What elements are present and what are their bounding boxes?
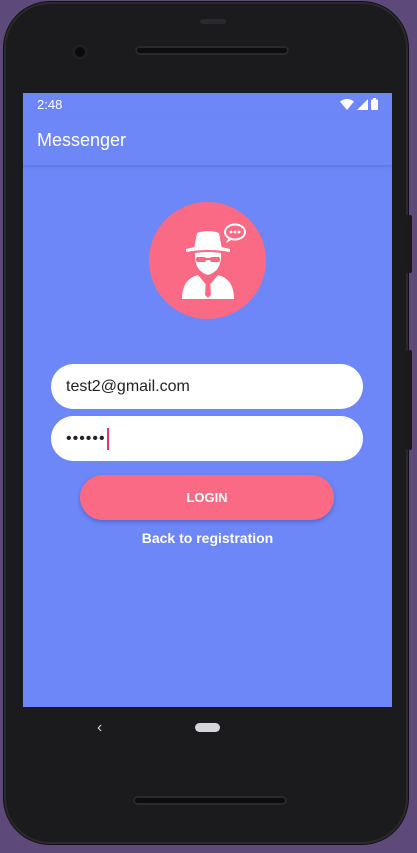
password-value: ••••••	[66, 429, 106, 447]
app-bar: Messenger	[23, 115, 392, 166]
chevron-left-icon[interactable]: ‹	[97, 719, 102, 737]
top-sensor	[200, 19, 226, 24]
top-speaker	[135, 46, 289, 55]
back-link-label: Back to registration	[141, 530, 274, 546]
app-screen: 2:48 Messenger test2@gmail.com •••••• LO…	[23, 93, 392, 707]
system-nav-bar: ‹	[23, 707, 392, 751]
signal-icon	[357, 98, 368, 110]
battery-icon	[371, 98, 378, 110]
back-to-registration-link[interactable]: Back to registration	[23, 530, 392, 546]
home-pill-icon[interactable]	[195, 723, 220, 732]
power-button	[406, 215, 412, 273]
wifi-icon	[340, 98, 354, 110]
text-cursor	[106, 427, 109, 450]
front-camera	[72, 44, 88, 60]
bottom-speaker	[133, 796, 287, 805]
password-field[interactable]: ••••••	[51, 416, 363, 461]
login-button[interactable]: LOGIN	[80, 475, 334, 520]
status-icons	[340, 98, 378, 110]
app-title: Messenger	[37, 129, 127, 150]
login-button-label: LOGIN	[186, 490, 228, 505]
status-time: 2:48	[37, 96, 63, 112]
status-bar: 2:48	[23, 93, 392, 115]
volume-button	[406, 350, 412, 450]
spy-agent-chat-icon	[181, 223, 246, 299]
email-field[interactable]: test2@gmail.com	[51, 364, 363, 409]
avatar	[149, 202, 266, 319]
email-value: test2@gmail.com	[66, 377, 190, 395]
